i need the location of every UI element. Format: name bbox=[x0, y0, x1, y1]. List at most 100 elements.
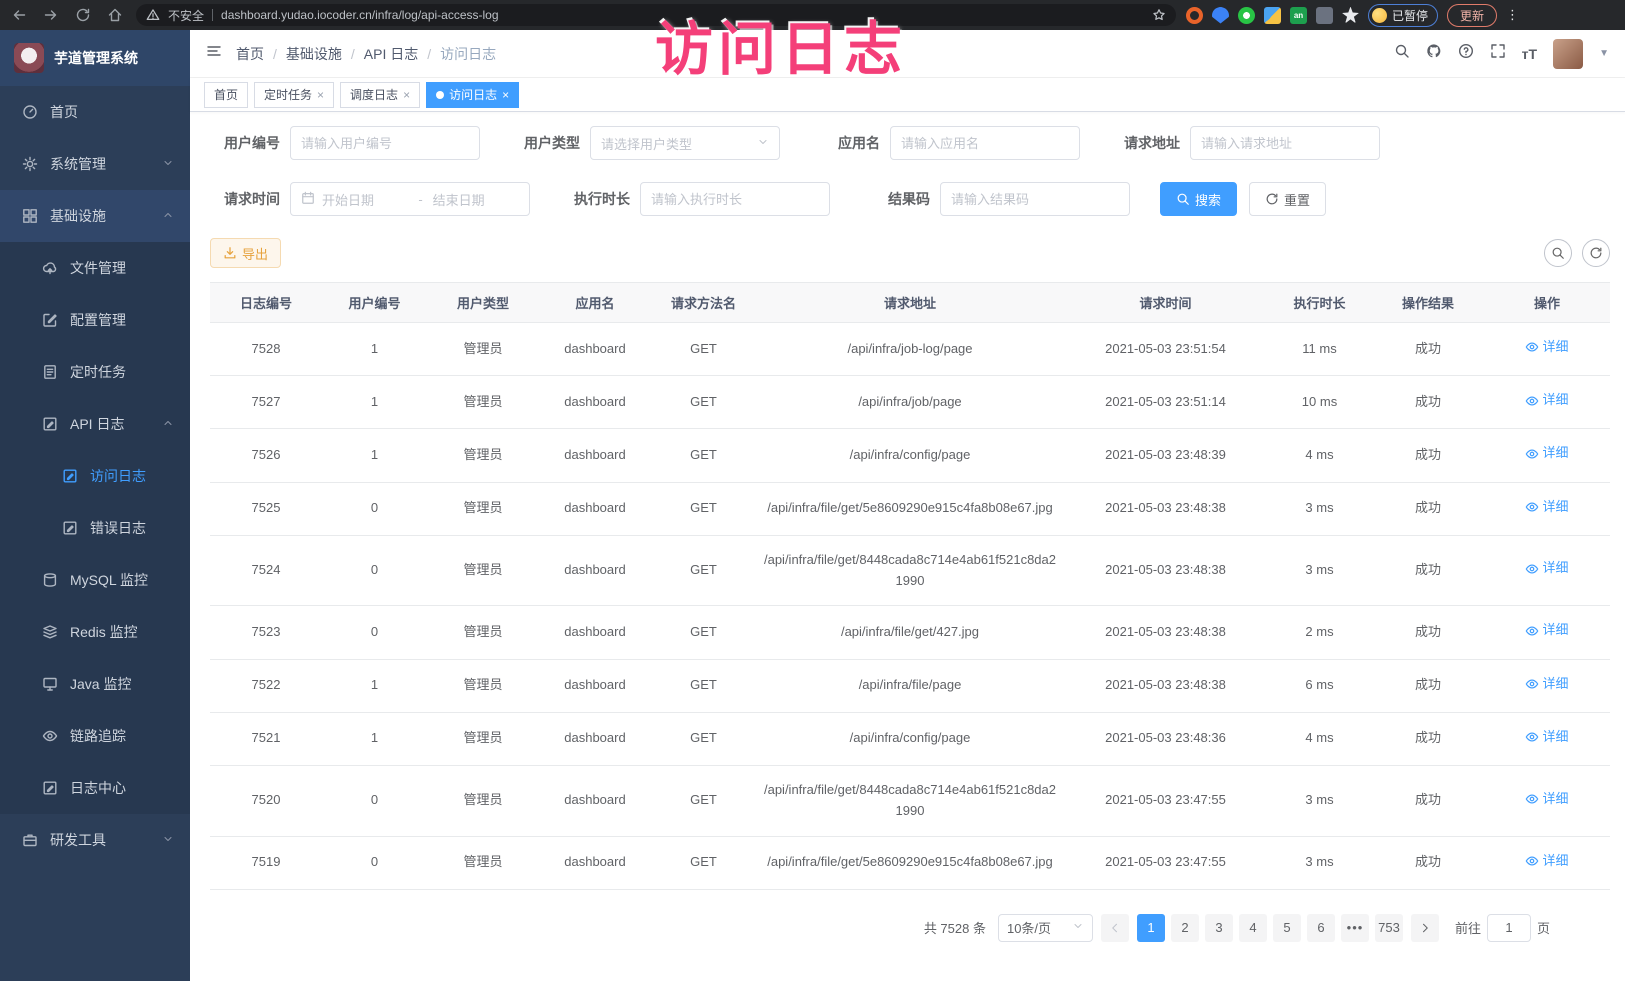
export-button[interactable]: 导出 bbox=[210, 238, 281, 268]
extension-icon-gray[interactable] bbox=[1316, 7, 1333, 24]
sidebar-item-java[interactable]: Java 监控 bbox=[0, 658, 190, 710]
fullscreen-icon[interactable] bbox=[1490, 43, 1506, 64]
sidebar-item-api-log[interactable]: API 日志 bbox=[0, 398, 190, 450]
sidebar-item-home[interactable]: 首页 bbox=[0, 86, 190, 138]
detail-link[interactable]: 详细 bbox=[1525, 851, 1568, 872]
browser-reload-icon[interactable] bbox=[72, 4, 94, 26]
avatar-caret-icon[interactable]: ▼ bbox=[1599, 48, 1609, 59]
req-url-input[interactable] bbox=[1201, 136, 1369, 151]
detail-link[interactable]: 详细 bbox=[1525, 497, 1568, 518]
user-type-select[interactable]: 请选择用户类型 bbox=[590, 126, 780, 160]
extension-icon-green-circle[interactable] bbox=[1238, 7, 1255, 24]
sidebar-item-file[interactable]: 文件管理 bbox=[0, 242, 190, 294]
sidebar-item-log-center[interactable]: 日志中心 bbox=[0, 762, 190, 814]
detail-link[interactable]: 详细 bbox=[1525, 674, 1568, 695]
app-name-label: 应用名 bbox=[810, 133, 880, 153]
page-button-6[interactable]: 6 bbox=[1307, 914, 1335, 942]
bookmark-star-icon[interactable] bbox=[1152, 8, 1166, 22]
app-name-input[interactable] bbox=[901, 136, 1069, 151]
infra-submenu: 文件管理 配置管理 定时任务 API 日志 访问日志 bbox=[0, 242, 190, 814]
page-size-select[interactable]: 10条/页 bbox=[998, 914, 1093, 942]
close-icon[interactable]: × bbox=[403, 88, 410, 102]
duration-input[interactable] bbox=[651, 192, 819, 207]
tab-access-log[interactable]: 访问日志× bbox=[426, 82, 519, 108]
goto-page-input[interactable] bbox=[1487, 914, 1531, 942]
sidebar-item-infra[interactable]: 基础设施 bbox=[0, 190, 190, 242]
user-id-input[interactable] bbox=[301, 136, 469, 151]
cell-duration: 4 ms bbox=[1267, 712, 1372, 765]
cell-duration: 3 ms bbox=[1267, 535, 1372, 606]
detail-link[interactable]: 详细 bbox=[1525, 337, 1568, 358]
breadcrumb-home[interactable]: 首页 bbox=[236, 44, 264, 64]
page-ellipsis[interactable]: ••• bbox=[1341, 914, 1369, 942]
browser-home-icon[interactable] bbox=[104, 4, 126, 26]
paused-badge[interactable]: 已暂停 bbox=[1368, 4, 1438, 27]
detail-link[interactable]: 详细 bbox=[1525, 620, 1568, 641]
reset-button[interactable]: 重置 bbox=[1249, 182, 1326, 216]
github-icon[interactable] bbox=[1426, 43, 1442, 64]
sidebar-item-redis[interactable]: Redis 监控 bbox=[0, 606, 190, 658]
sidebar-item-system[interactable]: 系统管理 bbox=[0, 138, 190, 190]
breadcrumb-api-log[interactable]: API 日志 bbox=[364, 44, 418, 64]
next-page-button[interactable] bbox=[1411, 914, 1439, 942]
cell-method: GET bbox=[651, 836, 756, 889]
hamburger-icon[interactable] bbox=[206, 43, 222, 64]
browser-back-icon[interactable] bbox=[8, 4, 30, 26]
active-dot bbox=[436, 91, 444, 99]
sidebar-item-devtools[interactable]: 研发工具 bbox=[0, 814, 190, 866]
page-list: 123456•••753 bbox=[1137, 914, 1403, 942]
cell-app-name: dashboard bbox=[539, 659, 651, 712]
page-button-4[interactable]: 4 bbox=[1239, 914, 1267, 942]
sidebar-item-config[interactable]: 配置管理 bbox=[0, 294, 190, 346]
cell-result: 成功 bbox=[1372, 482, 1484, 535]
page-button-753[interactable]: 753 bbox=[1375, 914, 1403, 942]
detail-link[interactable]: 详细 bbox=[1525, 558, 1568, 579]
extension-icon-blue-shield[interactable] bbox=[1212, 7, 1229, 24]
col-method: 请求方法名 bbox=[651, 283, 756, 323]
sidebar-item-trace[interactable]: 链路追踪 bbox=[0, 710, 190, 762]
tab-job-log[interactable]: 调度日志× bbox=[340, 82, 420, 108]
page-button-2[interactable]: 2 bbox=[1171, 914, 1199, 942]
sidebar-item-job[interactable]: 定时任务 bbox=[0, 346, 190, 398]
result-code-input[interactable] bbox=[951, 192, 1119, 207]
update-button[interactable]: 更新 bbox=[1447, 4, 1497, 27]
detail-link[interactable]: 详细 bbox=[1525, 390, 1568, 411]
date-range-picker[interactable]: 开始日期 - 结束日期 bbox=[290, 182, 530, 216]
browser-menu-icon[interactable]: ⋮ bbox=[1506, 7, 1519, 23]
detail-link[interactable]: 详细 bbox=[1525, 789, 1568, 810]
url-bar[interactable]: 不安全 dashboard.yudao.iocoder.cn/infra/log… bbox=[136, 4, 1176, 26]
extension-icon-color-grid[interactable] bbox=[1264, 7, 1281, 24]
sidebar-item-mysql[interactable]: MySQL 监控 bbox=[0, 554, 190, 606]
browser-forward-icon[interactable] bbox=[40, 4, 62, 26]
extension-icon-an-badge[interactable]: an bbox=[1290, 7, 1307, 24]
page-button-1[interactable]: 1 bbox=[1137, 914, 1165, 942]
page-button-3[interactable]: 3 bbox=[1205, 914, 1233, 942]
extension-icon-white-flower[interactable] bbox=[1342, 7, 1359, 24]
search-button[interactable]: 搜索 bbox=[1160, 182, 1237, 216]
table-toolbar: 导出 bbox=[210, 238, 1610, 268]
detail-link[interactable]: 详细 bbox=[1525, 443, 1568, 464]
app-logo[interactable]: 芋道管理系统 bbox=[0, 30, 190, 86]
help-icon[interactable] bbox=[1458, 43, 1474, 64]
sidebar-item-error-log[interactable]: 错误日志 bbox=[0, 502, 190, 554]
tab-job[interactable]: 定时任务× bbox=[254, 82, 334, 108]
detail-link[interactable]: 详细 bbox=[1525, 727, 1568, 748]
user-avatar[interactable] bbox=[1553, 39, 1583, 69]
sidebar-menu: 首页 系统管理 基础设施 文件管理 配置管理 bbox=[0, 86, 190, 981]
cell-log-id: 7524 bbox=[210, 535, 322, 606]
close-icon[interactable]: × bbox=[502, 88, 509, 102]
page-button-5[interactable]: 5 bbox=[1273, 914, 1301, 942]
prev-page-button[interactable] bbox=[1101, 914, 1129, 942]
col-user-type: 用户类型 bbox=[427, 283, 539, 323]
font-size-icon[interactable]: ᴛT bbox=[1522, 46, 1537, 62]
sidebar-item-access-log[interactable]: 访问日志 bbox=[0, 450, 190, 502]
layers-icon bbox=[42, 624, 58, 640]
breadcrumb-infra[interactable]: 基础设施 bbox=[286, 44, 342, 64]
cell-duration: 10 ms bbox=[1267, 376, 1372, 429]
toggle-search-button[interactable] bbox=[1544, 239, 1572, 267]
refresh-table-button[interactable] bbox=[1582, 239, 1610, 267]
close-icon[interactable]: × bbox=[317, 88, 324, 102]
tab-home[interactable]: 首页 bbox=[204, 82, 248, 108]
extension-icon-orange-ring[interactable] bbox=[1186, 7, 1203, 24]
search-icon[interactable] bbox=[1394, 43, 1410, 64]
